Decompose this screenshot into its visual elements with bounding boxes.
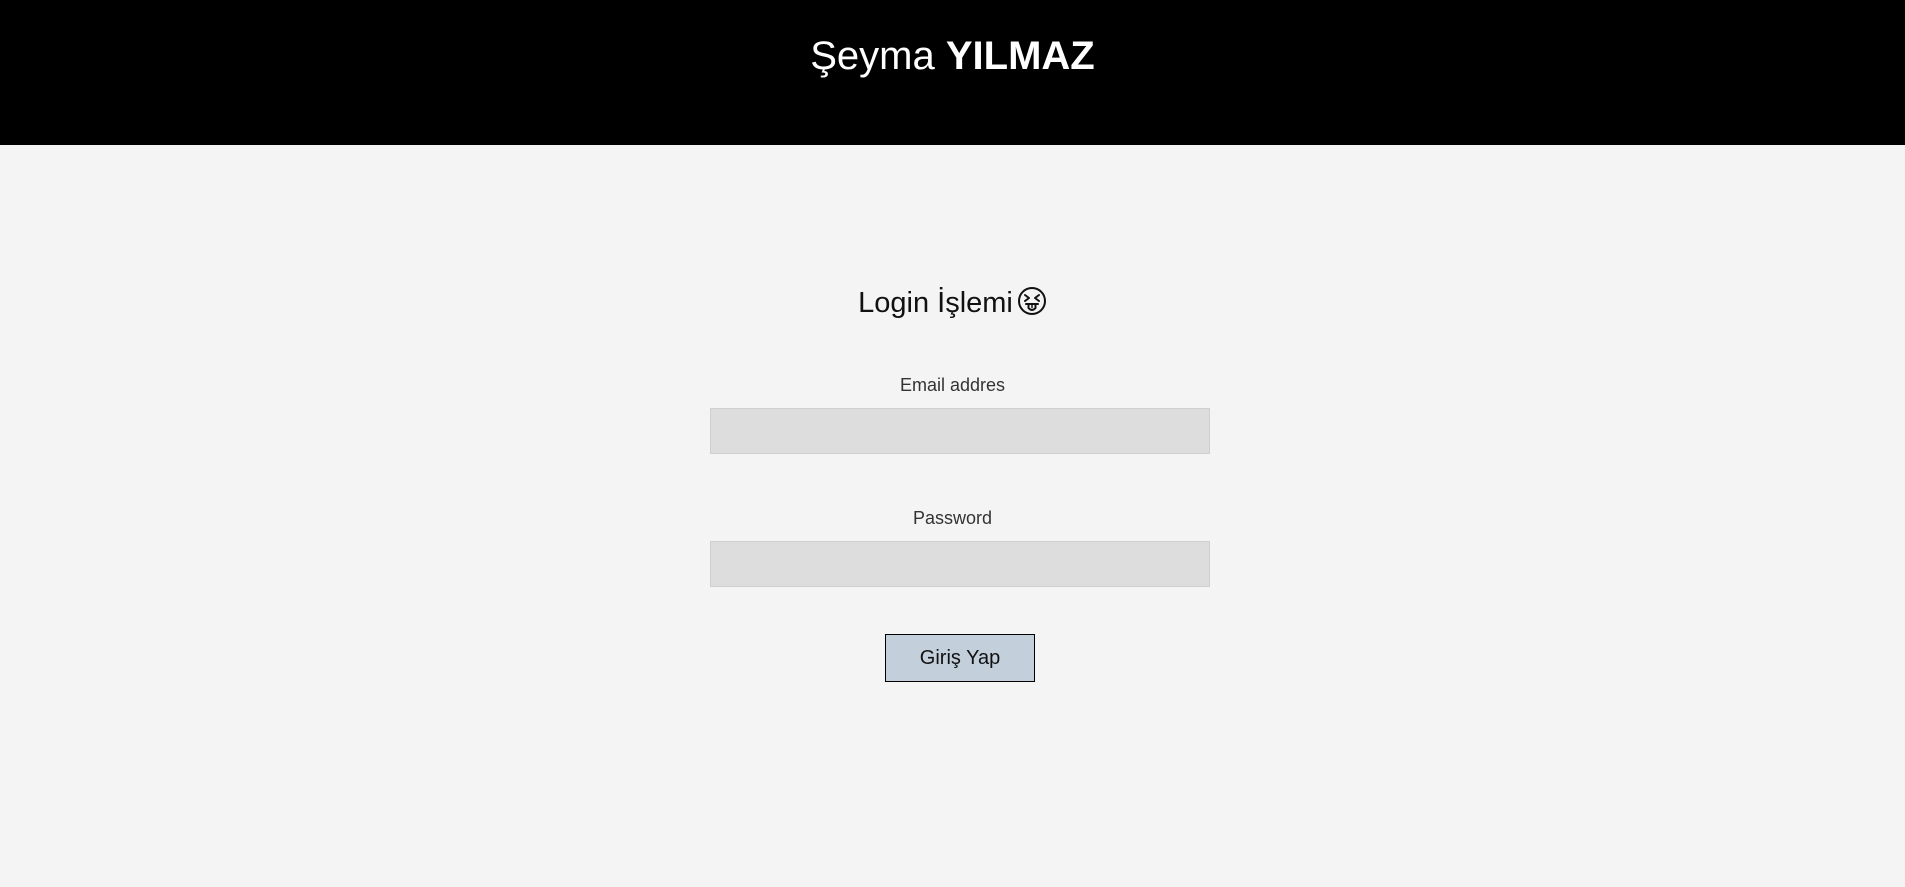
site-title: Şeyma YILMAZ [0, 33, 1905, 79]
login-section: Login İşlemi Email addres Password Giriş… [0, 145, 1905, 887]
site-header: Şeyma YILMAZ [0, 0, 1905, 145]
email-field[interactable] [710, 408, 1210, 454]
login-heading-text: Login İşlemi [858, 287, 1013, 319]
email-label: Email addres [899, 375, 1006, 395]
password-label: Password [912, 508, 993, 528]
site-title-first-name: Şeyma [810, 34, 935, 78]
login-heading: Login İşlemi [0, 285, 1905, 325]
site-title-last-name: YILMAZ [945, 34, 1095, 78]
password-field[interactable] [710, 541, 1210, 587]
login-submit-button[interactable]: Giriş Yap [885, 634, 1035, 682]
squinting-tongue-emoji-icon [1017, 286, 1047, 325]
